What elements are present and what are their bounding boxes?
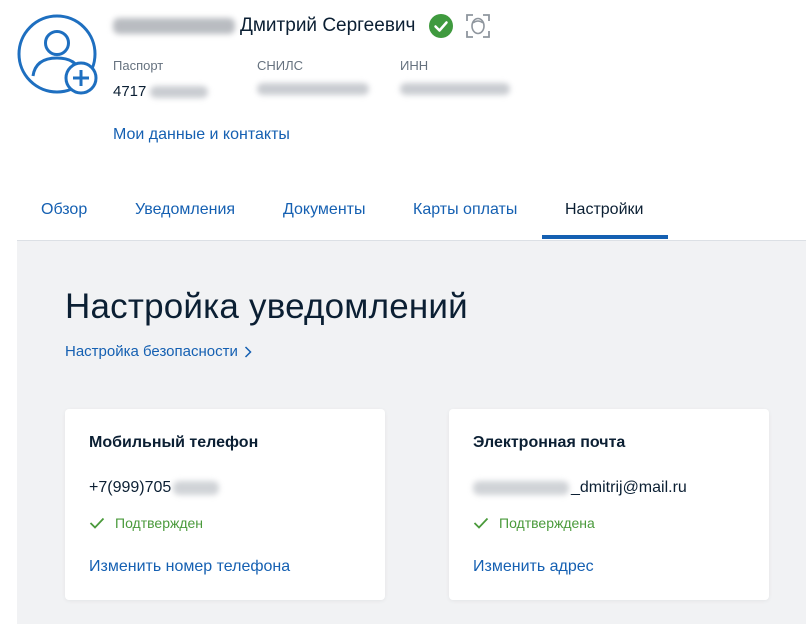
phone-redacted — [173, 481, 220, 495]
inn-label: ИНН — [400, 58, 429, 73]
security-settings-link[interactable]: Настройка безопасности — [65, 343, 252, 360]
passport-field: Паспорт 4717 — [113, 58, 209, 100]
surname-redacted — [113, 18, 235, 34]
avatar-add-icon — [17, 14, 98, 95]
email-status-label: Подтверждена — [499, 515, 595, 531]
check-icon — [473, 517, 489, 529]
inn-redacted — [400, 83, 510, 95]
security-settings-label: Настройка безопасности — [65, 343, 238, 360]
snils-field: СНИЛС — [257, 58, 369, 95]
phone-number: +7(999)705 — [89, 479, 172, 496]
tab-payment-cards[interactable]: Карты оплаты — [413, 201, 517, 219]
phone-card-title: Мобильный телефон — [89, 434, 259, 451]
page-title: Настройка уведомлений — [65, 287, 468, 326]
email-card: Электронная почта _dmitrij@mail.ru Подтв… — [449, 409, 769, 600]
settings-panel: Настройка уведомлений Настройка безопасн… — [17, 241, 806, 624]
verified-icon — [429, 14, 454, 38]
my-data-link[interactable]: Мои данные и контакты — [113, 126, 290, 144]
passport-label: Паспорт — [113, 58, 164, 73]
phone-status: Подтвержден — [89, 515, 203, 531]
email-value: _dmitrij@mail.ru — [473, 479, 687, 497]
change-phone-link[interactable]: Изменить номер телефона — [89, 558, 290, 576]
check-icon — [89, 517, 105, 529]
phone-card: Мобильный телефон +7(999)705 Подтвержден… — [65, 409, 385, 600]
phone-status-label: Подтвержден — [115, 515, 204, 531]
phone-value: +7(999)705 — [89, 479, 220, 497]
face-id-icon[interactable] — [465, 13, 491, 39]
passport-redacted — [150, 85, 209, 98]
tab-notifications[interactable]: Уведомления — [135, 201, 235, 219]
passport-value: 4717 — [113, 83, 209, 100]
snils-label: СНИЛС — [257, 58, 304, 73]
tab-settings[interactable]: Настройки — [565, 201, 643, 219]
tab-bar: Обзор Уведомления Документы Карты оплаты… — [17, 188, 806, 241]
tab-documents[interactable]: Документы — [283, 201, 365, 219]
snils-value — [257, 83, 369, 95]
change-email-link[interactable]: Изменить адрес — [473, 558, 594, 576]
avatar[interactable] — [17, 14, 99, 96]
email-card-title: Электронная почта — [473, 434, 626, 451]
email-redacted — [473, 481, 569, 495]
active-tab-indicator — [542, 235, 668, 239]
inn-value — [400, 83, 510, 95]
snils-redacted — [257, 83, 369, 95]
email-address: _dmitrij@mail.ru — [571, 479, 687, 496]
tab-overview[interactable]: Обзор — [41, 201, 87, 219]
email-status: Подтверждена — [473, 515, 595, 531]
profile-name-row: Дмитрий Сергеевич — [113, 14, 491, 38]
profile-name: Дмитрий Сергеевич — [240, 15, 416, 36]
passport-number: 4717 — [113, 83, 147, 100]
chevron-right-icon — [244, 345, 252, 358]
inn-field: ИНН — [400, 58, 510, 95]
documents-block: Паспорт 4717 СНИЛС ИНН — [113, 58, 533, 108]
